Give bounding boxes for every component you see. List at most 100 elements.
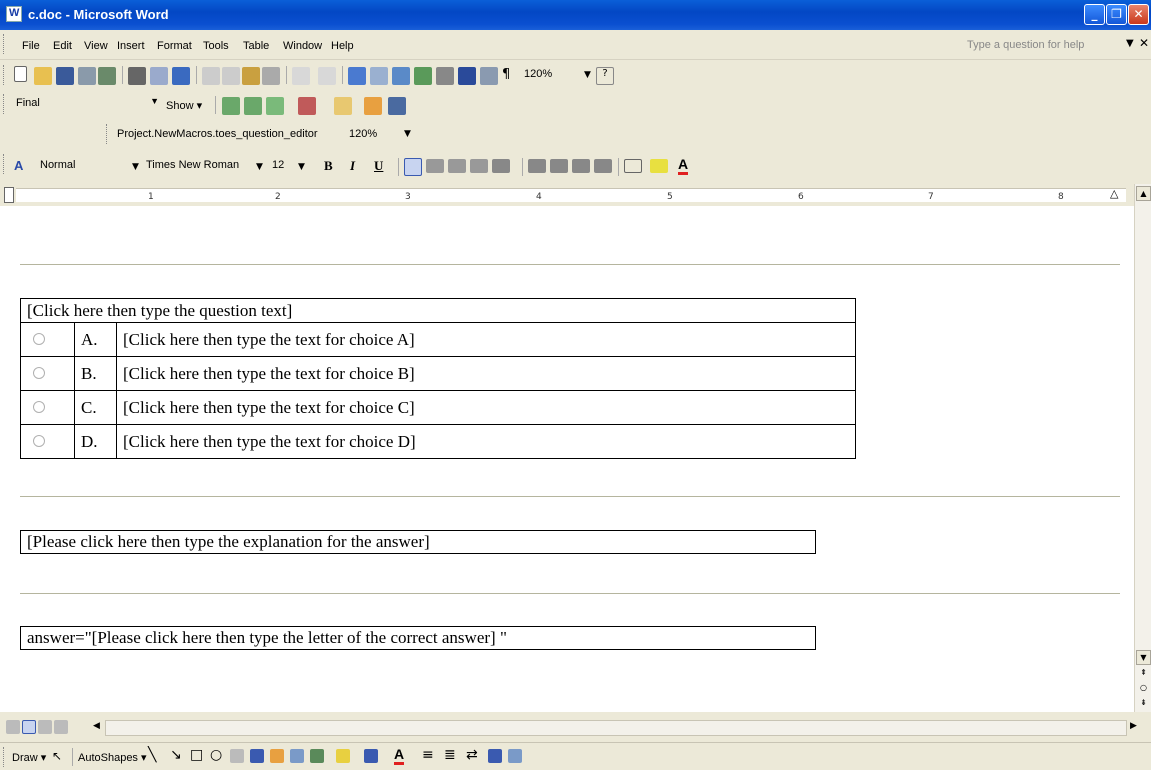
picture-icon[interactable]	[310, 749, 324, 763]
previous-change-icon[interactable]	[222, 97, 240, 115]
vertical-scrollbar[interactable]: ▲ ▼ ⇞ ○ ⇟	[1134, 184, 1151, 712]
autoshapes-button[interactable]: AutoShapes ▾	[78, 751, 147, 764]
font-color-icon[interactable]: A	[678, 156, 689, 175]
borders-icon[interactable]	[624, 159, 642, 173]
print-icon[interactable]	[128, 67, 146, 85]
macro-zoom-value[interactable]: 120%	[349, 128, 377, 140]
toolbar-grip[interactable]	[3, 94, 6, 114]
dash-style-icon[interactable]: ≣	[444, 747, 456, 763]
horizontal-ruler[interactable]: 1 2 3 4 5 6 7 8 △	[0, 184, 1134, 206]
italic-button[interactable]: I	[350, 158, 355, 174]
next-page-icon[interactable]: ⇟	[1136, 696, 1151, 711]
clip-art-icon[interactable]	[290, 749, 304, 763]
show-button[interactable]: Show ▾	[166, 99, 202, 112]
previous-page-icon[interactable]: ⇞	[1136, 666, 1151, 681]
reject-change-icon[interactable]	[298, 97, 316, 115]
choice-text-b[interactable]: [Click here then type the text for choic…	[116, 356, 856, 391]
scroll-down-icon[interactable]: ▼	[1136, 650, 1151, 665]
web-layout-icon[interactable]	[22, 720, 36, 734]
tables-borders-icon[interactable]	[370, 67, 388, 85]
open-folder-icon[interactable]	[34, 67, 52, 85]
drawing-icon[interactable]	[458, 67, 476, 85]
style-arrow-icon[interactable]: ▼	[132, 162, 139, 172]
minimize-button[interactable]: _	[1084, 4, 1105, 25]
menu-edit[interactable]: Edit	[53, 40, 72, 52]
line-style-icon[interactable]: ≡	[422, 747, 434, 763]
highlight-icon[interactable]	[650, 159, 668, 173]
menu-view[interactable]: View	[84, 40, 108, 52]
cut-icon[interactable]	[202, 67, 220, 85]
help-dropdown-icon[interactable]: ▼	[1126, 38, 1134, 49]
menu-window[interactable]: Window	[283, 40, 322, 52]
wordart-icon[interactable]	[250, 749, 264, 763]
radio-button-c[interactable]	[33, 400, 45, 413]
undo-icon[interactable]	[292, 67, 310, 85]
toolbar-grip[interactable]	[106, 124, 109, 144]
reviewing-pane-icon[interactable]	[388, 97, 406, 115]
save-icon[interactable]	[56, 67, 74, 85]
text-box-icon[interactable]	[230, 749, 244, 763]
normal-view-icon[interactable]	[6, 720, 20, 734]
right-indent-marker-icon[interactable]: △	[1110, 187, 1118, 200]
bold-button[interactable]: B	[324, 158, 333, 174]
toolbar-grip[interactable]	[3, 65, 6, 85]
menu-tools[interactable]: Tools	[203, 40, 229, 52]
horizontal-scrollbar[interactable]	[105, 720, 1127, 736]
menu-help[interactable]: Help	[331, 40, 354, 52]
columns-icon[interactable]	[436, 67, 454, 85]
document-map-icon[interactable]	[480, 67, 498, 85]
word-app-icon[interactable]	[6, 6, 22, 22]
font-dropdown[interactable]: Times New Roman	[142, 156, 252, 176]
line-icon[interactable]: ╲	[148, 747, 156, 763]
font-arrow-icon[interactable]: ▼	[256, 162, 263, 172]
font-size-dropdown[interactable]: 12	[268, 156, 298, 176]
menu-format[interactable]: Format	[157, 40, 192, 52]
arrow-icon[interactable]: ↘	[170, 747, 182, 763]
align-right-icon[interactable]	[448, 159, 466, 173]
fill-color-icon[interactable]	[336, 749, 350, 763]
insert-table-icon[interactable]	[392, 67, 410, 85]
new-document-icon[interactable]	[14, 66, 27, 82]
explanation-field[interactable]: [Please click here then type the explana…	[20, 530, 816, 554]
style-dropdown[interactable]: Normal	[36, 156, 138, 176]
choice-text-c[interactable]: [Click here then type the text for choic…	[116, 390, 856, 425]
size-arrow-icon[interactable]: ▼	[298, 162, 305, 172]
diagram-icon[interactable]	[270, 749, 284, 763]
3d-style-icon[interactable]	[508, 749, 522, 763]
choice-text-a[interactable]: [Click here then type the text for choic…	[116, 322, 856, 357]
numbering-icon[interactable]	[528, 159, 546, 173]
oval-icon[interactable]: ○	[210, 747, 222, 763]
shadow-style-icon[interactable]	[488, 749, 502, 763]
spelling-icon[interactable]	[172, 67, 190, 85]
question-cell[interactable]: [Click here then type the question text]	[20, 298, 856, 323]
increase-indent-icon[interactable]	[594, 159, 612, 173]
next-change-icon[interactable]	[244, 97, 262, 115]
track-changes-icon[interactable]	[364, 97, 382, 115]
tab-selector-icon[interactable]	[4, 187, 14, 203]
macro-button[interactable]: Project.NewMacros.toes_question_editor	[117, 128, 318, 140]
redo-icon[interactable]	[318, 67, 336, 85]
zoom-dropdown[interactable]: 120%	[520, 65, 584, 85]
help-search-input[interactable]: Type a question for help	[967, 39, 1084, 51]
zoom-arrow-icon[interactable]: ▼	[584, 70, 591, 80]
radio-button-d[interactable]	[33, 434, 45, 447]
styles-icon[interactable]: A	[14, 158, 23, 173]
arrow-style-icon[interactable]: ⇄	[466, 747, 478, 763]
rectangle-icon[interactable]: □	[190, 747, 203, 763]
draw-menu-button[interactable]: Draw ▾	[12, 751, 46, 764]
insert-excel-icon[interactable]	[414, 67, 432, 85]
menubar-grip[interactable]	[3, 34, 6, 54]
decrease-indent-icon[interactable]	[572, 159, 590, 173]
select-objects-icon[interactable]: ↖	[52, 749, 62, 763]
menu-insert[interactable]: Insert	[117, 40, 145, 52]
print-layout-icon[interactable]	[38, 720, 52, 734]
menu-file[interactable]: File	[22, 40, 40, 52]
email-icon[interactable]	[98, 67, 116, 85]
toolbar-grip[interactable]	[3, 154, 6, 174]
maximize-button[interactable]: ❐	[1106, 4, 1127, 25]
line-spacing-icon[interactable]	[492, 159, 510, 173]
permission-icon[interactable]	[78, 67, 96, 85]
hyperlink-icon[interactable]	[348, 67, 366, 85]
scroll-up-icon[interactable]: ▲	[1136, 186, 1151, 201]
justify-icon[interactable]	[470, 159, 488, 173]
